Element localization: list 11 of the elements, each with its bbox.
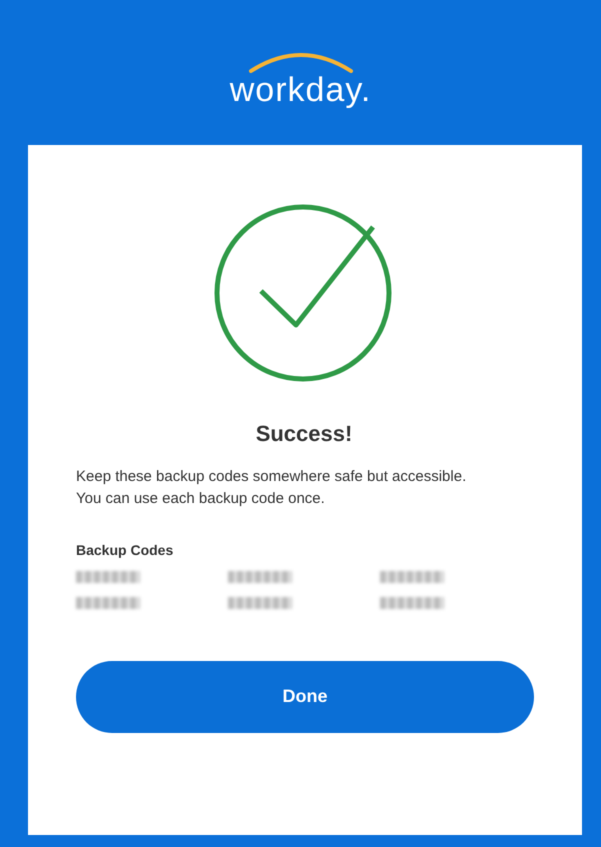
logo: workday. <box>230 72 372 106</box>
redacted-code <box>76 596 140 608</box>
done-button[interactable]: Done <box>76 660 534 732</box>
message: Keep these backup codes somewhere safe but accessible. You can use each backup code once. <box>76 467 468 509</box>
redacted-code <box>76 570 140 582</box>
redacted-code <box>228 596 292 608</box>
redacted-code <box>380 596 444 608</box>
title: Success! <box>254 420 354 448</box>
codes-label: Backup Codes <box>76 540 174 560</box>
redacted-code <box>380 570 444 582</box>
redacted-code <box>228 570 292 582</box>
